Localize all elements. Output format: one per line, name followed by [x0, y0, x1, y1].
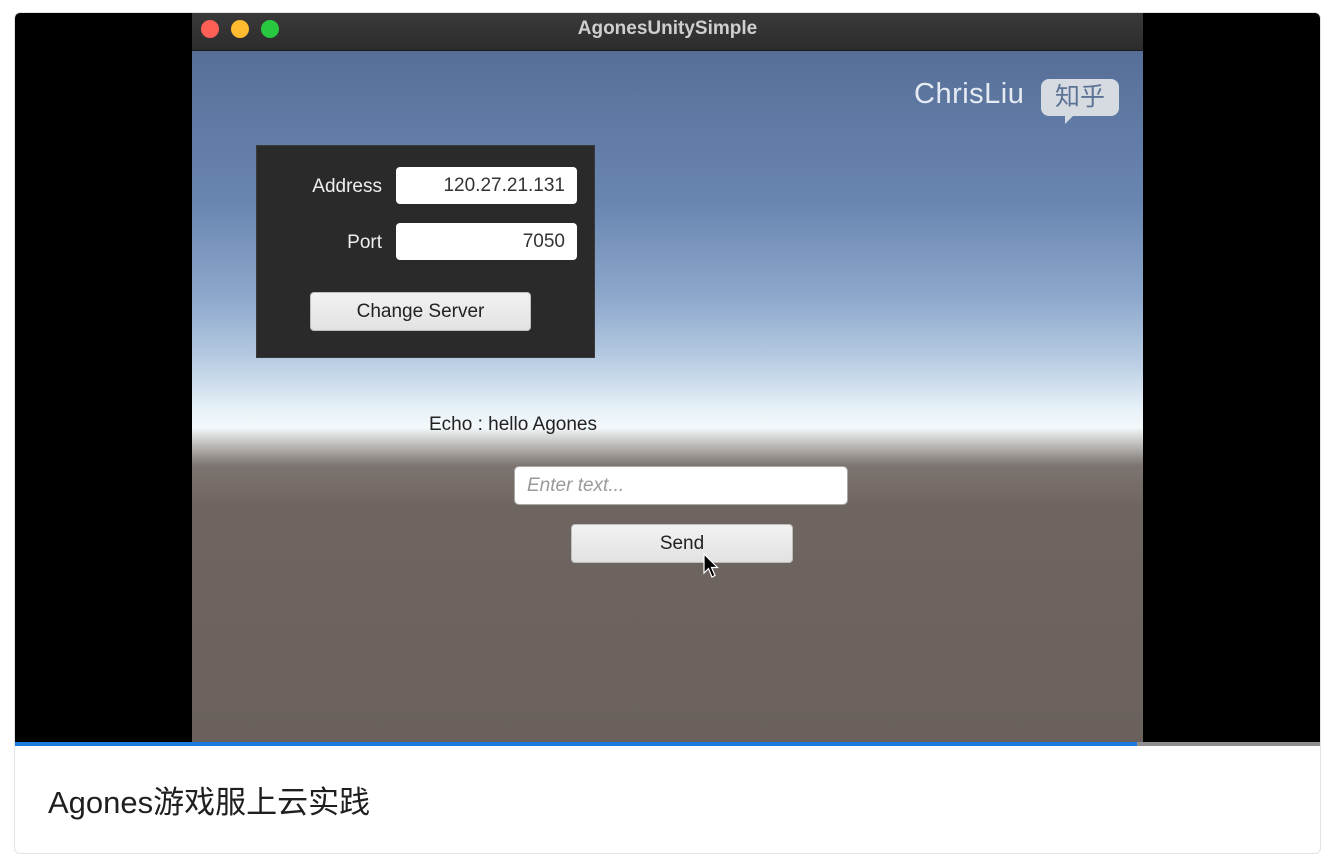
send-button[interactable]: Send [571, 524, 793, 563]
app-window: AgonesUnitySimple ChrisLiu 知乎 Address 12… [192, 13, 1143, 742]
address-field[interactable]: 120.27.21.131 [396, 167, 577, 204]
message-input[interactable]: Enter text... [514, 466, 848, 505]
video-caption-title: Agones游戏服上云实践 [48, 785, 371, 820]
server-panel: Address 120.27.21.131 Port 7050 Change S… [256, 145, 595, 358]
watermark-author: ChrisLiu [914, 78, 1025, 110]
echo-text: Echo : hello Agones [429, 414, 597, 435]
video-card: AgonesUnitySimple ChrisLiu 知乎 Address 12… [14, 12, 1321, 854]
video-player[interactable]: AgonesUnitySimple ChrisLiu 知乎 Address 12… [15, 13, 1320, 746]
zhihu-logo: 知乎 [1041, 79, 1119, 124]
window-titlebar: AgonesUnitySimple [192, 13, 1143, 51]
mouse-pointer-icon [703, 553, 719, 578]
game-scene: ChrisLiu 知乎 Address 120.27.21.131 Port 7… [192, 51, 1143, 742]
video-progress-bar[interactable] [15, 742, 1320, 746]
port-field[interactable]: 7050 [396, 223, 577, 260]
change-server-button[interactable]: Change Server [310, 292, 531, 331]
address-label: Address [312, 176, 382, 197]
window-title: AgonesUnitySimple [577, 18, 758, 39]
video-progress-fill [15, 742, 1138, 746]
port-label: Port [347, 232, 382, 253]
